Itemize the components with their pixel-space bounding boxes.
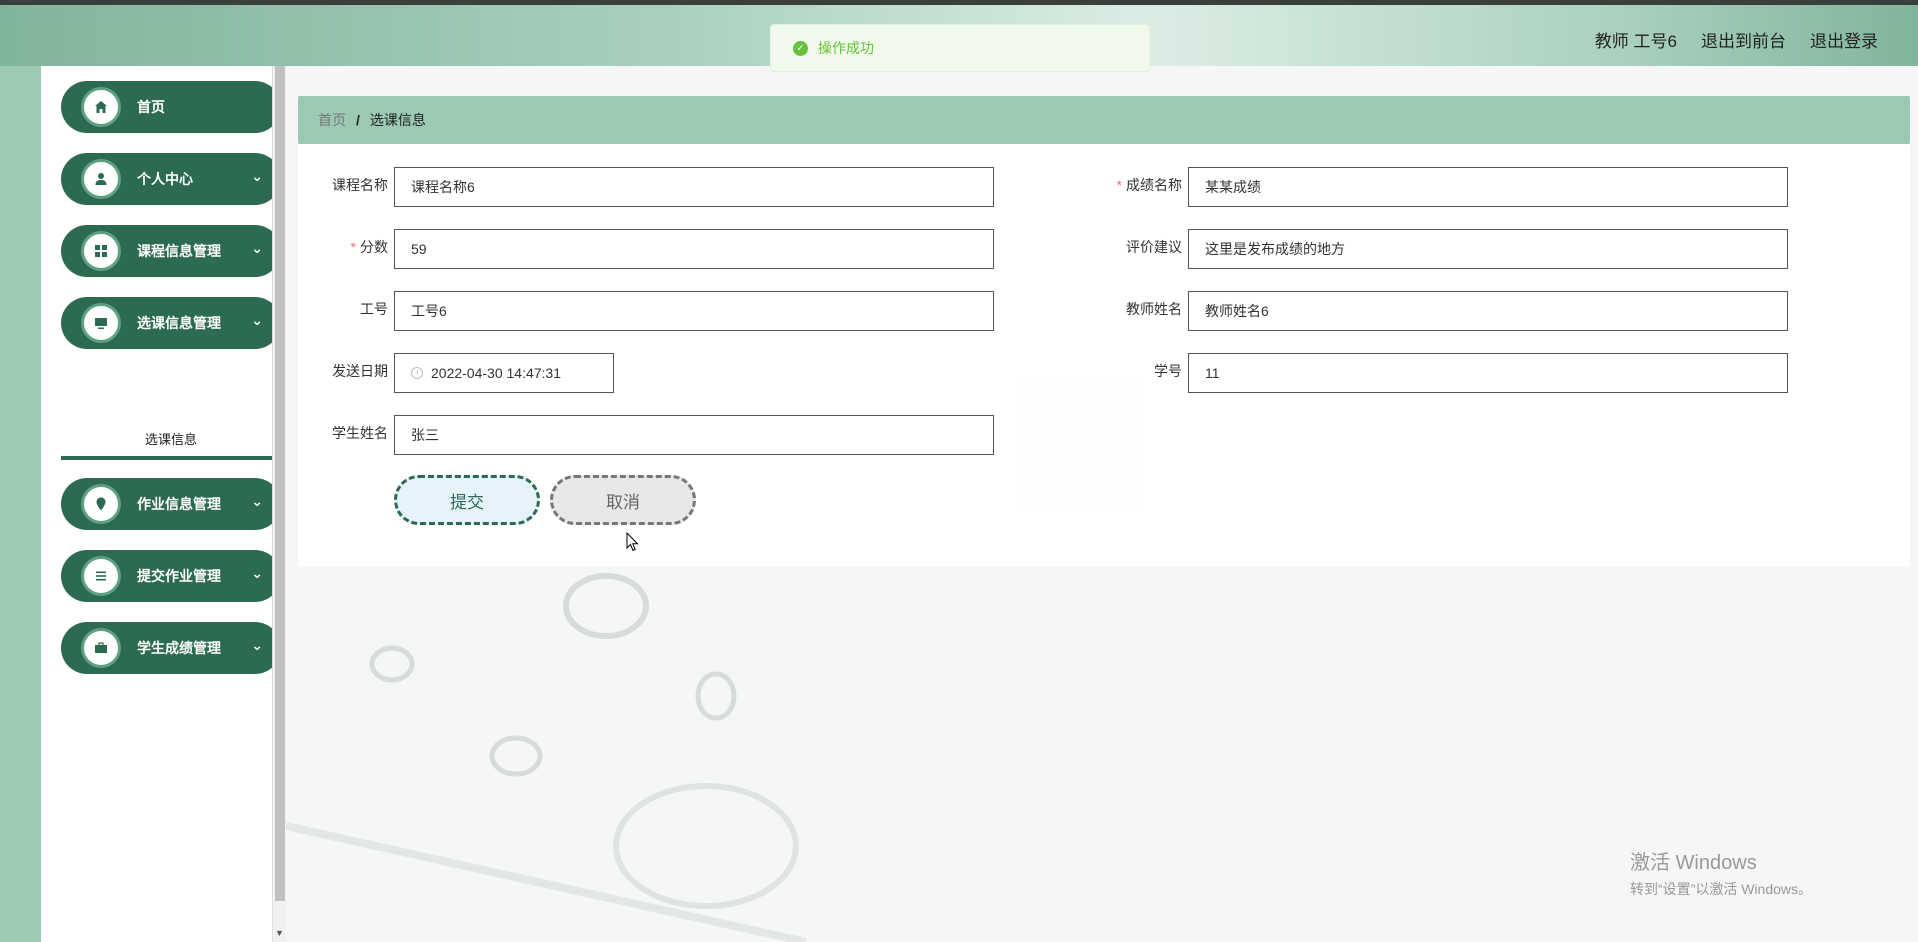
sidebar-item-label: 提交作业管理: [137, 568, 221, 584]
sidebar-scrollbar[interactable]: ▼: [272, 66, 286, 942]
send-date-value: 2022-04-30 14:47:31: [431, 365, 561, 381]
score-input[interactable]: 59: [394, 229, 994, 269]
chevron-down-icon: ⌄: [251, 168, 263, 184]
sidebar-item-label: 个人中心: [137, 171, 193, 187]
chevron-down-icon: ⌄: [251, 637, 263, 653]
windows-activation-watermark: 激活 Windows 转到“设置”以激活 Windows。: [1630, 846, 1812, 899]
success-toast: ✓ 操作成功: [770, 24, 1150, 72]
breadcrumb-home-link[interactable]: 首页: [318, 110, 346, 130]
sidebar-item-grades-management[interactable]: 学生成绩管理 ⌄: [61, 622, 281, 674]
location-icon: [81, 484, 121, 524]
score-name-input[interactable]: 某某成绩: [1188, 167, 1788, 207]
student-id-input[interactable]: 11: [1188, 353, 1788, 393]
header-links: 教师 工号6 退出到前台 退出登录: [1595, 27, 1878, 52]
sidebar-item-submission-management[interactable]: 提交作业管理 ⌄: [61, 550, 281, 602]
briefcase-icon: [81, 628, 121, 668]
teacher-name-label: 教师姓名: [1126, 301, 1182, 317]
student-name-label: 学生姓名: [332, 425, 388, 441]
watermark-line-1: 激活 Windows: [1630, 852, 1757, 874]
user-icon: [81, 159, 121, 199]
main-content: 首页 / 选课信息 课程名称 课程名称6 * 分数 59 工号 工号6 发送日期 …: [286, 66, 1918, 942]
sidebar-item-label: 学生成绩管理: [137, 640, 221, 656]
left-accent-band: [0, 66, 41, 942]
sidebar-item-label: 选课信息管理: [137, 315, 221, 331]
evaluation-input[interactable]: 这里是发布成绩的地方: [1188, 229, 1788, 269]
sidebar-item-label: 作业信息管理: [137, 496, 221, 512]
grid-icon: [81, 231, 121, 271]
current-user-label: 教师 工号6: [1594, 32, 1677, 51]
home-icon: [81, 87, 121, 127]
course-name-input[interactable]: 课程名称6: [394, 167, 994, 207]
scrollbar-thumb[interactable]: [275, 66, 285, 901]
logout-link[interactable]: 退出登录: [1810, 27, 1878, 52]
job-number-label: 工号: [360, 301, 388, 317]
send-date-picker[interactable]: 2022-04-30 14:47:31: [394, 353, 614, 393]
teacher-name-input[interactable]: 教师姓名6: [1188, 291, 1788, 331]
student-id-label: 学号: [1154, 363, 1182, 379]
monitor-icon: [81, 303, 121, 343]
sidebar-item-selection-management[interactable]: 选课信息管理 ⌄: [61, 297, 281, 349]
score-name-label: * 成绩名称: [1116, 177, 1182, 193]
list-icon: [81, 556, 121, 596]
sidebar-item-course-management[interactable]: 课程信息管理 ⌄: [61, 225, 281, 277]
submit-button[interactable]: 提交: [394, 475, 540, 525]
sidebar: 首页 个人中心 ⌄ 课程信息管理 ⌄ 选课信息管理 ⌄ 选课信息 作业信息管理 …: [41, 66, 281, 942]
sidebar-item-label: 课程信息管理: [137, 243, 221, 259]
score-label: * 分数: [350, 239, 388, 255]
watermark-line-2: 转到“设置”以激活 Windows。: [1630, 881, 1813, 897]
breadcrumb-separator: /: [356, 112, 360, 128]
cancel-button[interactable]: 取消: [550, 475, 696, 525]
sidebar-item-home[interactable]: 首页: [61, 81, 281, 133]
chevron-down-icon: ⌄: [251, 565, 263, 581]
sidebar-item-homework-management[interactable]: 作业信息管理 ⌄: [61, 478, 281, 530]
scroll-down-arrow-icon[interactable]: ▼: [275, 928, 284, 938]
send-date-label: 发送日期: [332, 363, 388, 379]
sidebar-subitem-selection-info[interactable]: 选课信息: [61, 422, 281, 460]
evaluation-label: 评价建议: [1126, 239, 1182, 255]
course-name-label: 课程名称: [332, 177, 388, 193]
check-circle-icon: ✓: [793, 40, 808, 56]
clock-icon: [411, 367, 423, 379]
chevron-down-icon: ⌄: [251, 240, 263, 256]
back-to-frontend-link[interactable]: 退出到前台: [1701, 27, 1786, 52]
chevron-down-icon: ⌄: [251, 493, 263, 509]
breadcrumb-current: 选课信息: [369, 112, 426, 128]
sidebar-item-label: 首页: [137, 99, 165, 115]
edit-form: 课程名称 课程名称6 * 分数 59 工号 工号6 发送日期 2022-04-30…: [298, 144, 1910, 566]
breadcrumb: 首页 / 选课信息: [298, 96, 1910, 144]
sidebar-item-personal-center[interactable]: 个人中心 ⌄: [61, 153, 281, 205]
chevron-down-icon: ⌄: [251, 312, 263, 328]
mouse-cursor-icon: [626, 532, 639, 552]
job-number-input[interactable]: 工号6: [394, 291, 994, 331]
toast-message: 操作成功: [818, 40, 874, 56]
student-name-input[interactable]: 张三: [394, 415, 994, 455]
